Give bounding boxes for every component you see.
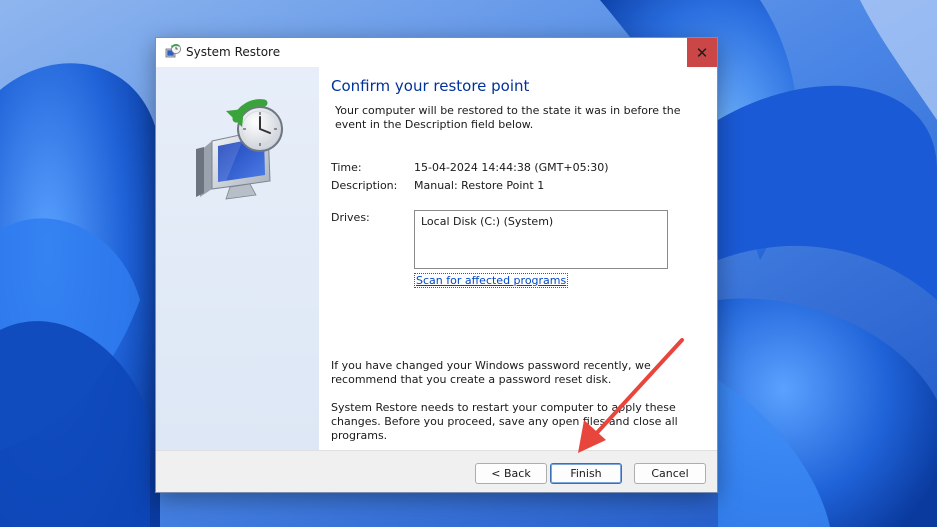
close-button[interactable]: ✕ <box>687 38 717 67</box>
wizard-side-panel <box>156 67 319 450</box>
finish-button[interactable]: Finish <box>550 463 622 484</box>
description-value: Manual: Restore Point 1 <box>414 179 545 192</box>
system-restore-icon <box>165 44 181 58</box>
drives-list[interactable]: Local Disk (C:) (System) <box>414 210 668 269</box>
intro-text: Your computer will be restored to the st… <box>335 104 681 131</box>
time-value: 15-04-2024 14:44:38 (GMT+05:30) <box>414 161 609 174</box>
password-note: If you have changed your Windows passwor… <box>331 359 651 386</box>
list-item[interactable]: Local Disk (C:) (System) <box>421 215 553 228</box>
system-restore-dialog: System Restore ✕ Confirm your restore po… <box>155 37 718 493</box>
back-button[interactable]: < Back <box>475 463 547 484</box>
description-label: Description: <box>331 179 398 192</box>
time-label: Time: <box>331 161 362 174</box>
cancel-button[interactable]: Cancel <box>634 463 706 484</box>
drives-label: Drives: <box>331 211 370 224</box>
scan-affected-programs-link[interactable]: Scan for affected programs <box>414 273 569 288</box>
page-title: Confirm your restore point <box>331 77 530 95</box>
wizard-content: Confirm your restore point Your computer… <box>331 67 711 450</box>
restart-note: System Restore needs to restart your com… <box>331 401 678 442</box>
window-title: System Restore <box>186 45 281 59</box>
computer-restore-clock-icon <box>196 99 283 200</box>
close-icon: ✕ <box>695 43 709 62</box>
title-bar[interactable]: System Restore ✕ <box>156 38 717 67</box>
button-bar: < Back Finish Cancel <box>156 450 717 492</box>
